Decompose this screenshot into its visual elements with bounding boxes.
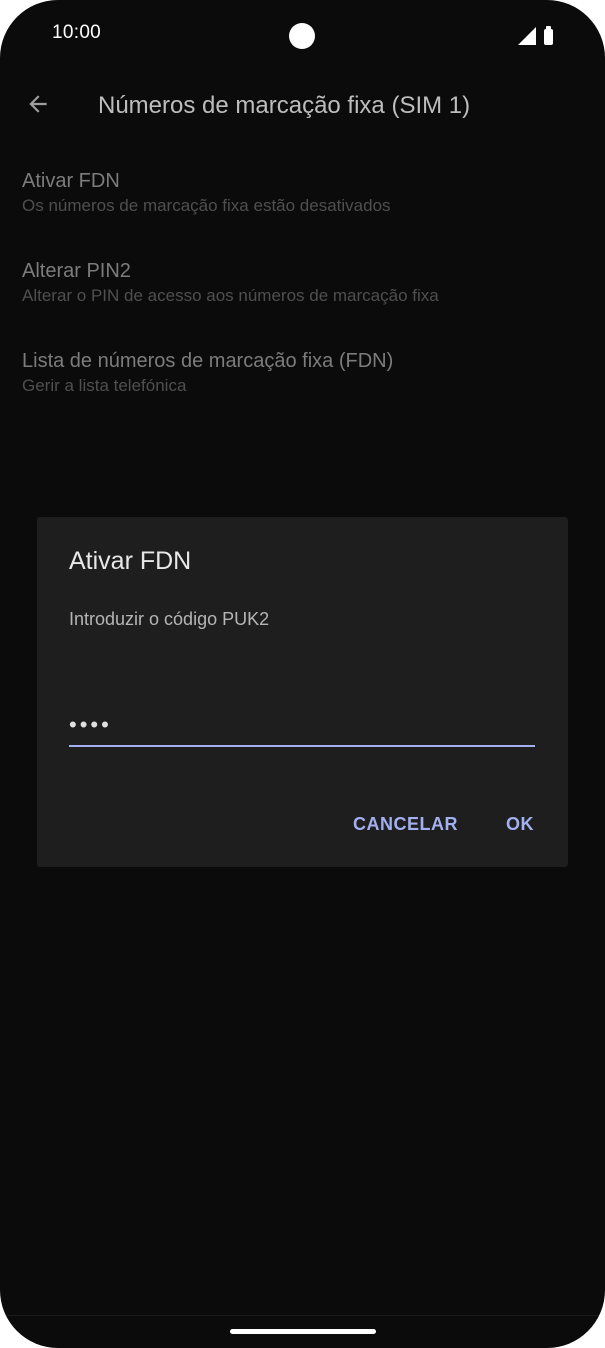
settings-list: Ativar FDN Os números de marcação fixa e… <box>0 160 605 430</box>
settings-item-summary: Gerir a lista telefónica <box>22 376 187 395</box>
settings-item-title: Alterar PIN2 <box>22 260 131 282</box>
ok-button[interactable]: OK <box>504 806 536 843</box>
puk2-input[interactable]: •••• <box>69 707 535 747</box>
battery-icon <box>544 26 553 45</box>
phone-screen: 10:00 Números de marcação fixa (SIM 1) A… <box>0 0 605 1348</box>
page-title: Números de marcação fixa (SIM 1) <box>98 92 471 119</box>
settings-item-title: Ativar FDN <box>22 170 120 192</box>
cancel-button[interactable]: CANCELAR <box>351 806 460 843</box>
navigation-divider <box>0 1315 605 1316</box>
status-bar: 10:00 <box>0 0 605 70</box>
settings-item-change-pin2[interactable]: Alterar PIN2 Alterar o PIN de acesso aos… <box>0 250 605 340</box>
settings-item-title: Lista de números de marcação fixa (FDN) <box>22 350 394 372</box>
back-button[interactable] <box>16 82 60 126</box>
camera-cutout <box>289 23 315 49</box>
enable-fdn-dialog: Ativar FDN Introduzir o código PUK2 ••••… <box>37 517 568 867</box>
settings-item-enable-fdn[interactable]: Ativar FDN Os números de marcação fixa e… <box>0 160 605 250</box>
signal-icon <box>518 27 536 45</box>
settings-item-summary: Alterar o PIN de acesso aos números de m… <box>22 286 439 305</box>
status-icons <box>518 25 553 45</box>
status-time: 10:00 <box>52 22 102 43</box>
settings-item-summary: Os números de marcação fixa estão desati… <box>22 196 391 215</box>
arrow-back-icon <box>25 91 51 117</box>
dialog-buttons: CANCELAR OK <box>351 806 536 843</box>
toolbar: Números de marcação fixa (SIM 1) <box>0 74 605 138</box>
dialog-title: Ativar FDN <box>69 547 192 575</box>
dialog-message: Introduzir o código PUK2 <box>69 609 270 629</box>
settings-item-fdn-list[interactable]: Lista de números de marcação fixa (FDN) … <box>0 340 605 430</box>
home-indicator[interactable] <box>230 1329 376 1334</box>
